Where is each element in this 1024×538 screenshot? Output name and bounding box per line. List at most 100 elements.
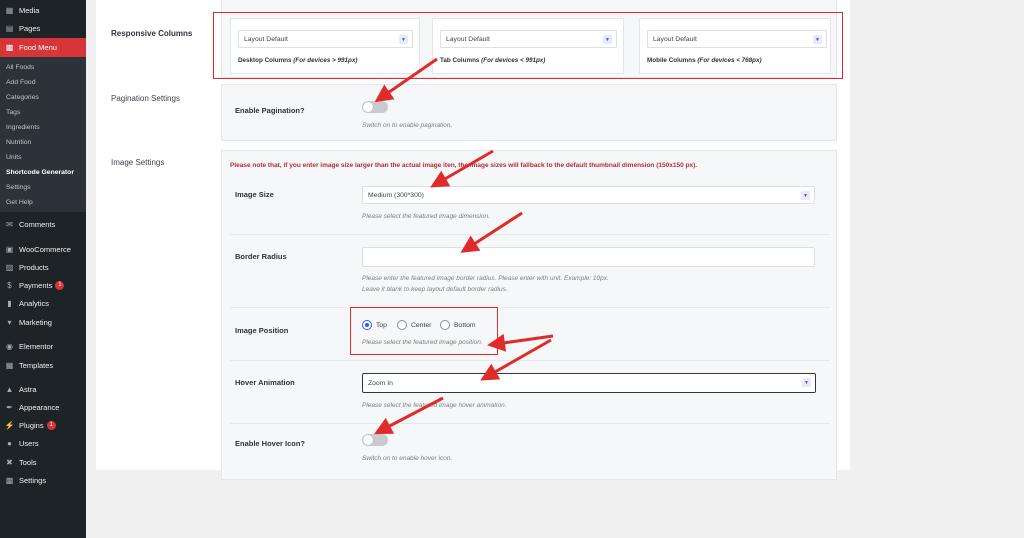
submenu-categories[interactable]: Categories — [6, 94, 39, 101]
menu-templates[interactable]: ▦ Templates — [0, 357, 86, 374]
image-size-help: Please select the featured image dimensi… — [362, 213, 490, 220]
divider — [230, 423, 830, 424]
submenu-units[interactable]: Units — [6, 154, 22, 161]
toggle-knob — [363, 435, 373, 445]
menu-label: Media — [19, 6, 40, 15]
submenu-add-food[interactable]: Add Food — [6, 79, 35, 86]
settings-icon: ▩ — [5, 476, 14, 485]
menu-pages[interactable]: ▤ Pages — [0, 20, 86, 37]
products-icon: ▨ — [5, 263, 14, 272]
menu-food-menu[interactable]: ▩ Food Menu — [0, 38, 86, 57]
shortcode-settings-panel: Responsive Columns Layout Default ▼ Desk… — [96, 0, 850, 480]
image-position-highlight — [350, 307, 498, 355]
hover-animation-select[interactable]: Zoom In ▼ — [362, 373, 816, 393]
divider — [230, 307, 830, 308]
menu-label: Products — [19, 263, 49, 272]
menu-appearance[interactable]: ✒ Appearance — [0, 399, 86, 416]
chevron-down-icon: ▼ — [802, 378, 811, 387]
select-value: Medium (300*300) — [368, 191, 424, 199]
image-settings-card: Please note that, if you enter image siz… — [221, 150, 837, 480]
pages-icon: ▤ — [5, 24, 14, 33]
menu-label: WooCommerce — [19, 245, 71, 254]
pagination-card: Enable Pagination? Switch on to enable p… — [221, 84, 837, 141]
menu-label: Appearance — [19, 403, 60, 412]
image-size-notice: Please note that, if you enter image siz… — [230, 162, 698, 169]
menu-astra[interactable]: ▲ Astra — [0, 381, 86, 398]
menu-elementor[interactable]: ◉ Elementor — [0, 338, 86, 355]
plugins-icon: ⚡ — [4, 421, 15, 430]
pagination-settings-label: Pagination Settings — [111, 94, 180, 103]
menu-media[interactable]: ▦ Media — [0, 2, 86, 19]
menu-label: Elementor — [19, 342, 54, 351]
menu-label: Tools — [19, 458, 37, 467]
menu-label: Astra — [19, 385, 37, 394]
plugins-badge: 1 — [46, 421, 56, 430]
border-radius-help-1: Please enter the featured image border r… — [362, 275, 609, 282]
menu-users[interactable]: ● Users — [0, 435, 86, 452]
hover-animation-help: Please select the featured image hover a… — [362, 402, 507, 409]
menu-comments[interactable]: ✉ Comments — [0, 216, 86, 233]
menu-label: Analytics — [19, 299, 50, 308]
enable-hover-icon-label: Enable Hover Icon? — [235, 439, 306, 448]
menu-plugins[interactable]: ⚡ Plugins 1 — [0, 417, 86, 434]
menu-label: Comments — [19, 220, 56, 229]
appearance-icon: ✒ — [6, 403, 13, 412]
border-radius-label: Border Radius — [235, 252, 287, 261]
menu-analytics[interactable]: ▮ Analytics — [0, 295, 86, 312]
templates-icon: ▦ — [5, 361, 14, 370]
submenu-get-help[interactable]: Get Help — [6, 199, 33, 206]
pagination-help: Switch on to enable pagination. — [362, 122, 453, 129]
submenu-nutrition[interactable]: Nutrition — [6, 139, 31, 146]
hover-icon-help: Switch on to enable hover icon. — [362, 455, 453, 462]
analytics-icon: ▮ — [7, 299, 12, 308]
menu-label: Templates — [19, 361, 54, 370]
menu-marketing[interactable]: ▾ Marketing — [0, 314, 86, 331]
payments-badge: 1 — [55, 281, 65, 290]
submenu-shortcode-generator[interactable]: Shortcode Generator — [6, 169, 74, 176]
payments-icon: $ — [7, 281, 12, 290]
border-radius-input[interactable] — [362, 247, 815, 267]
menu-label: Users — [19, 439, 39, 448]
users-icon: ● — [7, 439, 12, 448]
tools-icon: ✖ — [6, 458, 13, 467]
woocommerce-icon: ▣ — [5, 245, 14, 254]
menu-settings[interactable]: ▩ Settings — [0, 472, 86, 489]
astra-icon: ▲ — [5, 385, 14, 394]
submenu-settings[interactable]: Settings — [6, 184, 31, 191]
menu-woocommerce[interactable]: ▣ WooCommerce — [0, 241, 86, 258]
marketing-icon: ▾ — [7, 318, 12, 327]
select-value: Zoom In — [368, 379, 393, 387]
divider — [230, 234, 830, 235]
menu-products[interactable]: ▨ Products — [0, 259, 86, 276]
elementor-icon: ◉ — [6, 342, 13, 351]
menu-label: Settings — [19, 476, 47, 485]
menu-tools[interactable]: ✖ Tools — [0, 454, 86, 471]
menu-payments[interactable]: $ Payments 1 — [0, 277, 86, 294]
toggle-knob — [363, 102, 373, 112]
submenu-all-foods[interactable]: All Foods — [6, 64, 34, 71]
enable-pagination-label: Enable Pagination? — [235, 106, 305, 115]
image-size-label: Image Size — [235, 190, 274, 199]
border-radius-help-2: Leave it blank to keep layout default bo… — [362, 286, 508, 293]
image-settings-label: Image Settings — [111, 158, 165, 167]
menu-label: Payments — [19, 281, 53, 290]
responsive-columns-label: Responsive Columns — [111, 29, 193, 38]
image-position-label: Image Position — [235, 326, 289, 335]
enable-hover-icon-toggle[interactable] — [362, 434, 388, 446]
admin-sidebar: ▦ Media ▤ Pages ▩ Food Menu All Foods Ad… — [0, 0, 86, 538]
food-menu-icon: ▩ — [5, 43, 14, 52]
responsive-columns-highlight — [213, 12, 843, 79]
image-size-select[interactable]: Medium (300*300) ▼ — [362, 186, 815, 204]
menu-label: Food Menu — [19, 43, 57, 52]
food-menu-submenu: All Foods Add Food Categories Tags Ingre… — [0, 57, 86, 212]
menu-label: Pages — [19, 24, 41, 33]
menu-label: Marketing — [19, 318, 52, 327]
enable-pagination-toggle[interactable] — [362, 101, 388, 113]
divider — [230, 360, 830, 361]
chevron-down-icon: ▼ — [801, 191, 810, 200]
submenu-tags[interactable]: Tags — [6, 109, 20, 116]
submenu-ingredients[interactable]: Ingredients — [6, 124, 40, 131]
hover-animation-label: Hover Animation — [235, 378, 295, 387]
menu-label: Plugins — [19, 421, 44, 430]
media-icon: ▦ — [5, 6, 14, 15]
